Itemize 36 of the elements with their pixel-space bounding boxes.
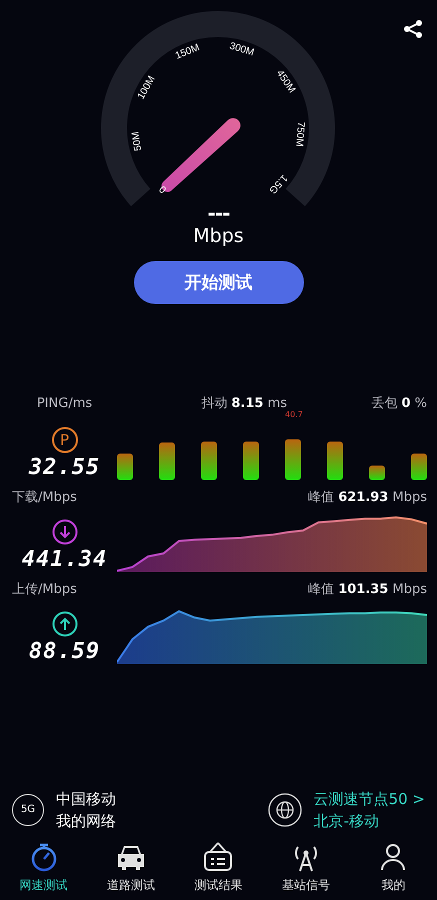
server-link[interactable]: 云测速节点50 >	[314, 789, 425, 809]
ping-icon: P	[52, 427, 78, 453]
start-test-button[interactable]: 开始测试	[134, 261, 304, 304]
peak-text: 峰值 621.93 Mbps	[308, 489, 427, 506]
server-location: 北京-移动	[314, 811, 380, 831]
scale-label: 50M	[130, 130, 144, 152]
ping-label: PING/ms	[36, 396, 94, 411]
jitter-text: 抖动 8.15 ms	[201, 395, 288, 411]
globe-icon	[268, 793, 302, 827]
network-label: 我的网络	[56, 811, 116, 831]
packet-loss-text: 丢包 0 %	[371, 395, 427, 412]
download-icon	[52, 519, 78, 545]
upload-icon	[52, 611, 78, 637]
scale-label: 300M	[228, 40, 256, 59]
peak-text: 峰值 101.35 Mbps	[308, 581, 427, 598]
nav-tab[interactable]: 基站信号	[266, 841, 346, 894]
nav-tab[interactable]: 我的	[353, 841, 434, 894]
scale-label: 150M	[174, 42, 202, 62]
carrier-name: 中国移动	[56, 789, 116, 809]
speed-unit: Mbps	[193, 225, 244, 247]
nav-tab[interactable]: 网速测试	[4, 841, 84, 894]
scale-label: 100M	[136, 74, 158, 102]
upload-value: 88.59	[28, 639, 100, 664]
scale-label: 0	[157, 182, 169, 195]
download-value: 441.34	[22, 547, 108, 572]
ping-value: 32.55	[28, 455, 100, 480]
share-icon[interactable]	[402, 18, 424, 40]
nav-tab[interactable]: 测试结果	[178, 841, 258, 894]
network-type-badge: 5G	[12, 794, 44, 826]
signboard-icon	[202, 841, 234, 873]
peak-value-label: 40.7	[285, 410, 303, 419]
download-label: 下载/Mbps	[12, 489, 77, 506]
upload-label: 上传/Mbps	[12, 581, 77, 598]
nav-tab[interactable]: 道路测试	[91, 841, 172, 894]
speed-value: ---	[208, 203, 230, 223]
scale-label: 750M	[293, 121, 306, 147]
